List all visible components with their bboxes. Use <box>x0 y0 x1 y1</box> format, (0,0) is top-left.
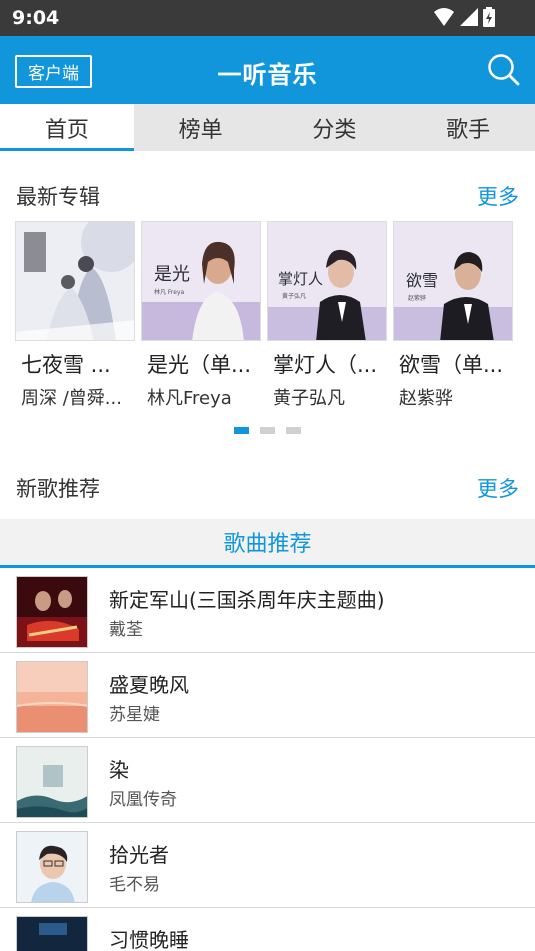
svg-text:林凡 Freya: 林凡 Freya <box>154 288 184 296</box>
songs-section-title: 新歌推荐 <box>16 477 100 501</box>
album-cover: 是光 林凡 Freya <box>141 221 261 341</box>
song-cover <box>16 746 88 818</box>
signal-icon <box>460 8 478 26</box>
song-row[interactable]: 拾光者 毛不易 <box>0 823 535 908</box>
songs-section-header: 新歌推荐 更多 <box>0 467 535 507</box>
app-title: 一听音乐 <box>217 61 318 89</box>
svg-text:欲雪: 欲雪 <box>406 271 438 290</box>
wifi-icon <box>434 8 454 26</box>
svg-text:黄子弘凡: 黄子弘凡 <box>282 292 306 300</box>
album-card[interactable]: 七夜雪 ... 周深 /曾舜... <box>15 221 135 410</box>
tab-charts[interactable]: 榜单 <box>134 104 268 151</box>
song-cover <box>16 916 88 951</box>
svg-text:赵紫骅: 赵紫骅 <box>408 294 426 302</box>
song-cover-art <box>17 917 87 951</box>
songs-more-link[interactable]: 更多 <box>477 473 519 503</box>
tab-bar: 首页 榜单 分类 歌手 <box>0 104 535 151</box>
song-cover-art <box>17 832 87 902</box>
album-artist: 黄子弘凡 <box>273 388 345 409</box>
song-title: 习惯晚睡 <box>109 928 189 951</box>
carousel-dot <box>286 427 301 434</box>
song-title: 拾光者 <box>109 843 169 867</box>
tab-categories[interactable]: 分类 <box>268 104 402 151</box>
search-icon[interactable] <box>486 52 520 86</box>
album-name: 欲雪（单... <box>399 353 504 377</box>
albums-section-title: 最新专辑 <box>16 185 100 209</box>
album-artist: 林凡Freya <box>147 388 232 409</box>
carousel-dot <box>260 427 275 434</box>
album-cover: 欲雪 赵紫骅 <box>393 221 513 341</box>
song-cover-art <box>17 747 87 817</box>
svg-text:掌灯人: 掌灯人 <box>278 270 323 288</box>
album-cover-art <box>16 222 134 340</box>
song-artist: 凤凰传奇 <box>109 790 177 810</box>
song-cover-art <box>17 662 87 732</box>
album-name: 是光（单... <box>147 353 252 377</box>
album-name: 七夜雪 ... <box>21 353 111 377</box>
song-title: 新定军山(三国杀周年庆主题曲) <box>109 588 385 612</box>
album-artist: 赵紫骅 <box>399 388 453 409</box>
album-card[interactable]: 掌灯人 黄子弘凡 掌灯人（... 黄子弘凡 <box>267 221 387 410</box>
app-bar: 客户端 一听音乐 <box>0 36 535 104</box>
tab-song-recommend[interactable]: 歌曲推荐 <box>0 519 535 568</box>
song-list: 新定军山(三国杀周年庆主题曲) 戴荃 盛夏晚风 苏星婕 染 凤凰传奇 拾光者 毛… <box>0 568 535 951</box>
albums-section-header: 最新专辑 更多 <box>0 175 535 215</box>
album-card[interactable]: 是光 林凡 Freya 是光（单... 林凡Freya <box>141 221 261 410</box>
album-cover-art: 掌灯人 黄子弘凡 <box>268 222 386 340</box>
song-cover <box>16 661 88 733</box>
song-title: 盛夏晚风 <box>109 673 189 697</box>
album-artist: 周深 /曾舜... <box>21 388 122 409</box>
album-name: 掌灯人（... <box>273 353 378 377</box>
song-row[interactable]: 盛夏晚风 苏星婕 <box>0 653 535 738</box>
song-title: 染 <box>109 758 129 782</box>
song-artist: 戴荃 <box>109 620 143 640</box>
status-time: 9:04 <box>12 7 60 29</box>
song-cover-art <box>17 577 87 647</box>
carousel-dot <box>234 427 249 434</box>
status-bar: 9:04 <box>0 0 535 36</box>
albums-more-link[interactable]: 更多 <box>477 181 519 211</box>
album-carousel[interactable]: 七夜雪 ... 周深 /曾舜... 是光 林凡 Freya 是光（单... 林凡… <box>15 221 525 416</box>
song-row[interactable]: 习惯晚睡 <box>0 908 535 951</box>
song-artist: 苏星婕 <box>109 705 160 725</box>
song-artist: 毛不易 <box>109 875 160 895</box>
svg-text:是光: 是光 <box>154 264 190 285</box>
song-cover <box>16 576 88 648</box>
song-cover <box>16 831 88 903</box>
album-card[interactable]: 欲雪 赵紫骅 欲雪（单... 赵紫骅 <box>393 221 513 410</box>
battery-icon <box>483 7 495 27</box>
album-cover <box>15 221 135 341</box>
tab-singers[interactable]: 歌手 <box>401 104 535 151</box>
album-cover-art: 是光 林凡 Freya <box>142 222 260 340</box>
album-cover: 掌灯人 黄子弘凡 <box>267 221 387 341</box>
song-row[interactable]: 染 凤凰传奇 <box>0 738 535 823</box>
album-cover-art: 欲雪 赵紫骅 <box>394 222 512 340</box>
status-icons <box>433 7 495 27</box>
carousel-indicator <box>234 427 301 434</box>
tab-home[interactable]: 首页 <box>0 104 134 151</box>
song-row[interactable]: 新定军山(三国杀周年庆主题曲) 戴荃 <box>0 568 535 653</box>
